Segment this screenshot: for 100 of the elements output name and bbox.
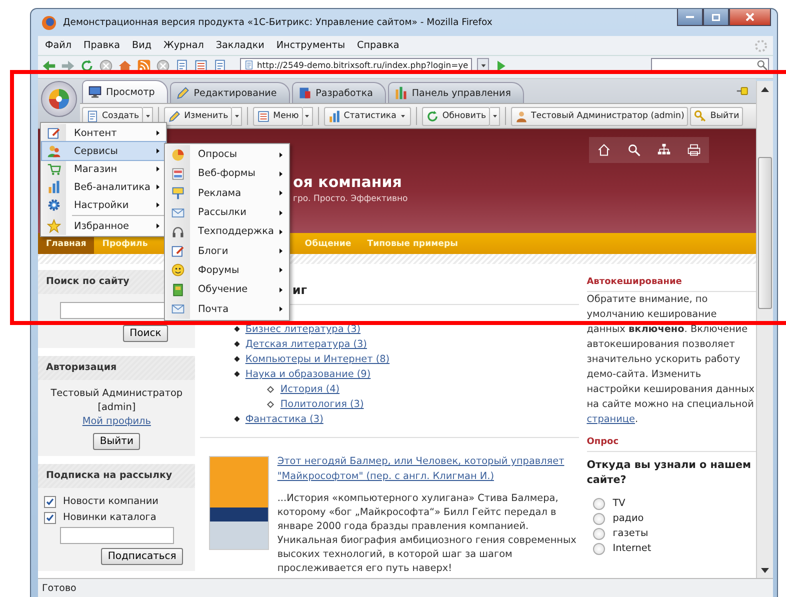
toolbar-button[interactable]: Выйти <box>690 106 744 126</box>
caching-notice: Обратите внимание, по умолчанию кеширование данных включено. Включение автокеширования позволяет значительно ускорить работу демо-сайта. Изменить настройки кеширования данных на сайте можно на специальной странице. <box>586 293 756 427</box>
arrow-icon <box>277 189 285 198</box>
arrow-icon <box>277 208 285 217</box>
user-login: [admin] <box>98 401 136 415</box>
submenu-item[interactable]: Блоги <box>166 241 288 261</box>
arrow-icon <box>154 129 162 137</box>
profile-link[interactable]: Мой профиль <box>82 415 151 429</box>
menu-item[interactable]: Файл <box>42 39 75 52</box>
arrow-icon <box>277 266 285 274</box>
dropdown-button[interactable] <box>232 106 242 126</box>
barchart-icon <box>47 180 61 194</box>
forward-arrow-icon <box>61 59 75 73</box>
panel-tab[interactable]: Панель управления <box>388 82 524 104</box>
page-link[interactable]: странице <box>586 414 635 425</box>
category-link[interactable]: Наука и образование (9) <box>245 369 371 380</box>
checkbox[interactable] <box>44 496 56 508</box>
list-icon <box>257 110 270 123</box>
menu-item[interactable]: Журнал <box>160 39 207 52</box>
bars-icon <box>394 86 408 100</box>
back-arrow-icon <box>42 59 56 73</box>
submenu-item[interactable]: Техподдержка <box>166 222 288 242</box>
submenu-item[interactable]: Реклама <box>166 184 288 203</box>
submenu-item[interactable]: Опросы <box>166 145 288 164</box>
category-link[interactable]: Фантастика (3) <box>245 414 324 425</box>
headset-icon <box>171 224 185 239</box>
status-text: Готово <box>42 582 76 594</box>
star-icon <box>47 219 61 233</box>
radio-button[interactable] <box>592 512 605 524</box>
panel-tab[interactable]: Разработка <box>292 82 386 104</box>
cart-icon <box>47 162 61 176</box>
email-input[interactable] <box>60 527 174 544</box>
menu-item[interactable]: Закладки <box>212 39 268 52</box>
toolbar-button[interactable]: Обновить <box>422 106 490 126</box>
up-arrow-icon <box>761 86 769 92</box>
subscribe-button[interactable]: Подписаться <box>100 548 184 565</box>
radio-button[interactable] <box>592 498 605 510</box>
throbber-icon <box>753 38 769 54</box>
menu-item[interactable]: Сервисы <box>42 142 165 160</box>
radio-label: TV <box>612 498 626 509</box>
arrow-icon <box>277 170 285 178</box>
smiley-icon <box>171 263 185 278</box>
bullet-icon <box>234 342 240 348</box>
panel-tab[interactable]: Редактирование <box>170 82 290 104</box>
pinwheel-icon <box>48 88 70 110</box>
radio-button[interactable] <box>592 528 605 540</box>
toolbar-button[interactable]: Тестовый Администратор (admin) <box>511 106 688 126</box>
notepad-icon <box>47 126 61 140</box>
minimize-icon <box>686 16 694 18</box>
menu-item[interactable]: Избранное <box>42 217 165 235</box>
category-link[interactable]: Политология (3) <box>280 399 364 410</box>
menu-item[interactable]: Справка <box>354 39 402 52</box>
home-icon <box>597 143 611 157</box>
pencil-icon <box>168 110 182 123</box>
minimize-button[interactable] <box>677 9 703 26</box>
menu-item[interactable]: Правка <box>80 39 124 52</box>
poll-question: Откуда вы узнали о нашем сайте? <box>586 458 752 488</box>
bullet-icon <box>267 386 274 393</box>
menu-item[interactable]: Вид <box>129 39 154 52</box>
menu-item[interactable]: Веб-аналитика <box>42 178 165 196</box>
bullet-icon <box>267 400 274 408</box>
category-link[interactable]: Бизнес литература (3) <box>245 324 361 335</box>
arrow-icon <box>154 147 162 155</box>
close-icon <box>746 13 754 21</box>
bullet-icon <box>234 416 240 422</box>
radio-label: Internet <box>612 543 652 554</box>
maximize-button[interactable] <box>703 9 729 26</box>
menu-item[interactable]: Контент <box>42 124 165 142</box>
toolbar-button[interactable]: Меню <box>253 106 303 126</box>
scrollbar-thumb[interactable] <box>758 157 772 309</box>
gear-icon <box>47 198 61 212</box>
magnifier-icon <box>756 59 768 71</box>
search-button[interactable]: Поиск <box>122 325 168 342</box>
envelope-icon <box>171 206 185 220</box>
menu-item[interactable]: Инструменты <box>273 39 348 52</box>
close-button[interactable] <box>729 9 771 26</box>
globe-icon <box>41 14 57 30</box>
search-icon <box>627 143 641 157</box>
book-title-link[interactable]: Этот негодяй Балмер, или Человек, который управляет "Майкрософтом" (пер. с англ. Клигман И.) <box>277 454 579 484</box>
dropdown-button[interactable] <box>302 106 313 126</box>
checkbox[interactable] <box>44 512 56 524</box>
start-button[interactable] <box>41 81 77 117</box>
category-link[interactable]: Детская литература (3) <box>245 339 367 350</box>
bullet-icon <box>234 356 240 362</box>
toolbar-button[interactable]: Изменить <box>164 106 232 126</box>
dropdown-button[interactable] <box>490 106 500 126</box>
category-link[interactable]: Компьютеры и Интернет (8) <box>245 354 390 365</box>
toolbar-button[interactable]: Статистика <box>324 106 412 126</box>
category-link[interactable]: История (4) <box>280 384 340 395</box>
menu-item[interactable]: Настройки <box>42 196 165 214</box>
panel-title: Подписка на рассылку <box>38 464 196 488</box>
logout-button[interactable]: Выйти <box>92 433 140 450</box>
bullet-icon <box>234 326 240 332</box>
site-tagline: гро. Просто. Эффективно <box>293 194 409 204</box>
radio-button[interactable] <box>592 542 605 554</box>
menu-item[interactable]: Магазин <box>42 160 165 178</box>
list-icon <box>194 59 208 73</box>
panel-tab[interactable]: Просмотр <box>82 80 168 104</box>
submenu-item[interactable]: Рассылки <box>166 202 288 222</box>
submenu-item[interactable]: Веб-формы <box>166 164 288 184</box>
